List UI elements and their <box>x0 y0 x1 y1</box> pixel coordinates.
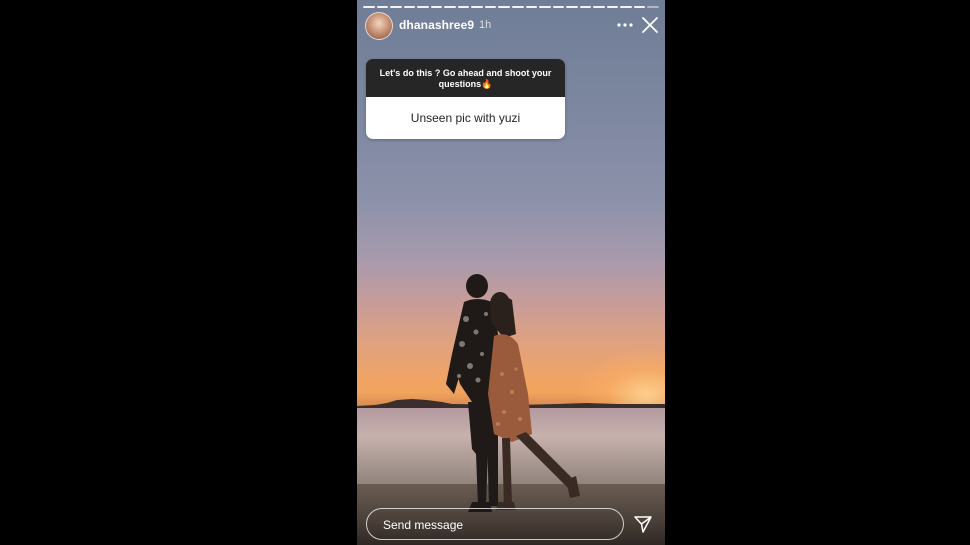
progress-segment <box>390 6 402 8</box>
progress-segment <box>498 6 511 8</box>
progress-segment <box>484 6 497 8</box>
progress-segment <box>552 6 565 8</box>
letterbox-background: dhanashree9 1h Let's do this ? Go ahead … <box>0 0 970 545</box>
username[interactable]: dhanashree9 <box>399 18 474 32</box>
send-message-placeholder: Send message <box>383 518 464 532</box>
progress-segment <box>376 6 389 8</box>
progress-segment <box>417 6 429 8</box>
couple-silhouette <box>446 274 580 512</box>
send-direct-icon[interactable] <box>633 514 653 534</box>
question-sticker[interactable]: Let's do this ? Go ahead and shoot your … <box>366 59 565 139</box>
progress-segment <box>457 6 470 8</box>
story-progress-bar <box>363 6 660 8</box>
progress-segment <box>620 6 632 8</box>
progress-segment <box>403 6 416 8</box>
progress-segment <box>606 6 619 8</box>
question-answer: Unseen pic with yuzi <box>366 97 565 139</box>
progress-segment <box>633 6 646 8</box>
progress-segment <box>444 6 456 8</box>
progress-segment <box>525 6 538 8</box>
progress-segment <box>471 6 483 8</box>
post-time: 1h <box>479 19 492 31</box>
progress-segment <box>593 6 605 8</box>
close-icon[interactable] <box>640 15 660 35</box>
story-viewer[interactable]: dhanashree9 1h Let's do this ? Go ahead … <box>357 0 665 545</box>
progress-segment <box>430 6 443 8</box>
progress-segment <box>566 6 578 8</box>
more-horizontal-icon[interactable] <box>615 15 635 35</box>
progress-segment <box>512 6 524 8</box>
progress-segment <box>539 6 551 8</box>
story-header: dhanashree9 1h <box>365 12 660 40</box>
progress-segment <box>363 6 375 8</box>
question-prompt: Let's do this ? Go ahead and shoot your … <box>366 59 565 97</box>
progress-segment <box>647 6 660 8</box>
avatar[interactable] <box>365 12 393 40</box>
progress-segment <box>579 6 592 8</box>
send-message-input[interactable]: Send message <box>366 508 624 540</box>
